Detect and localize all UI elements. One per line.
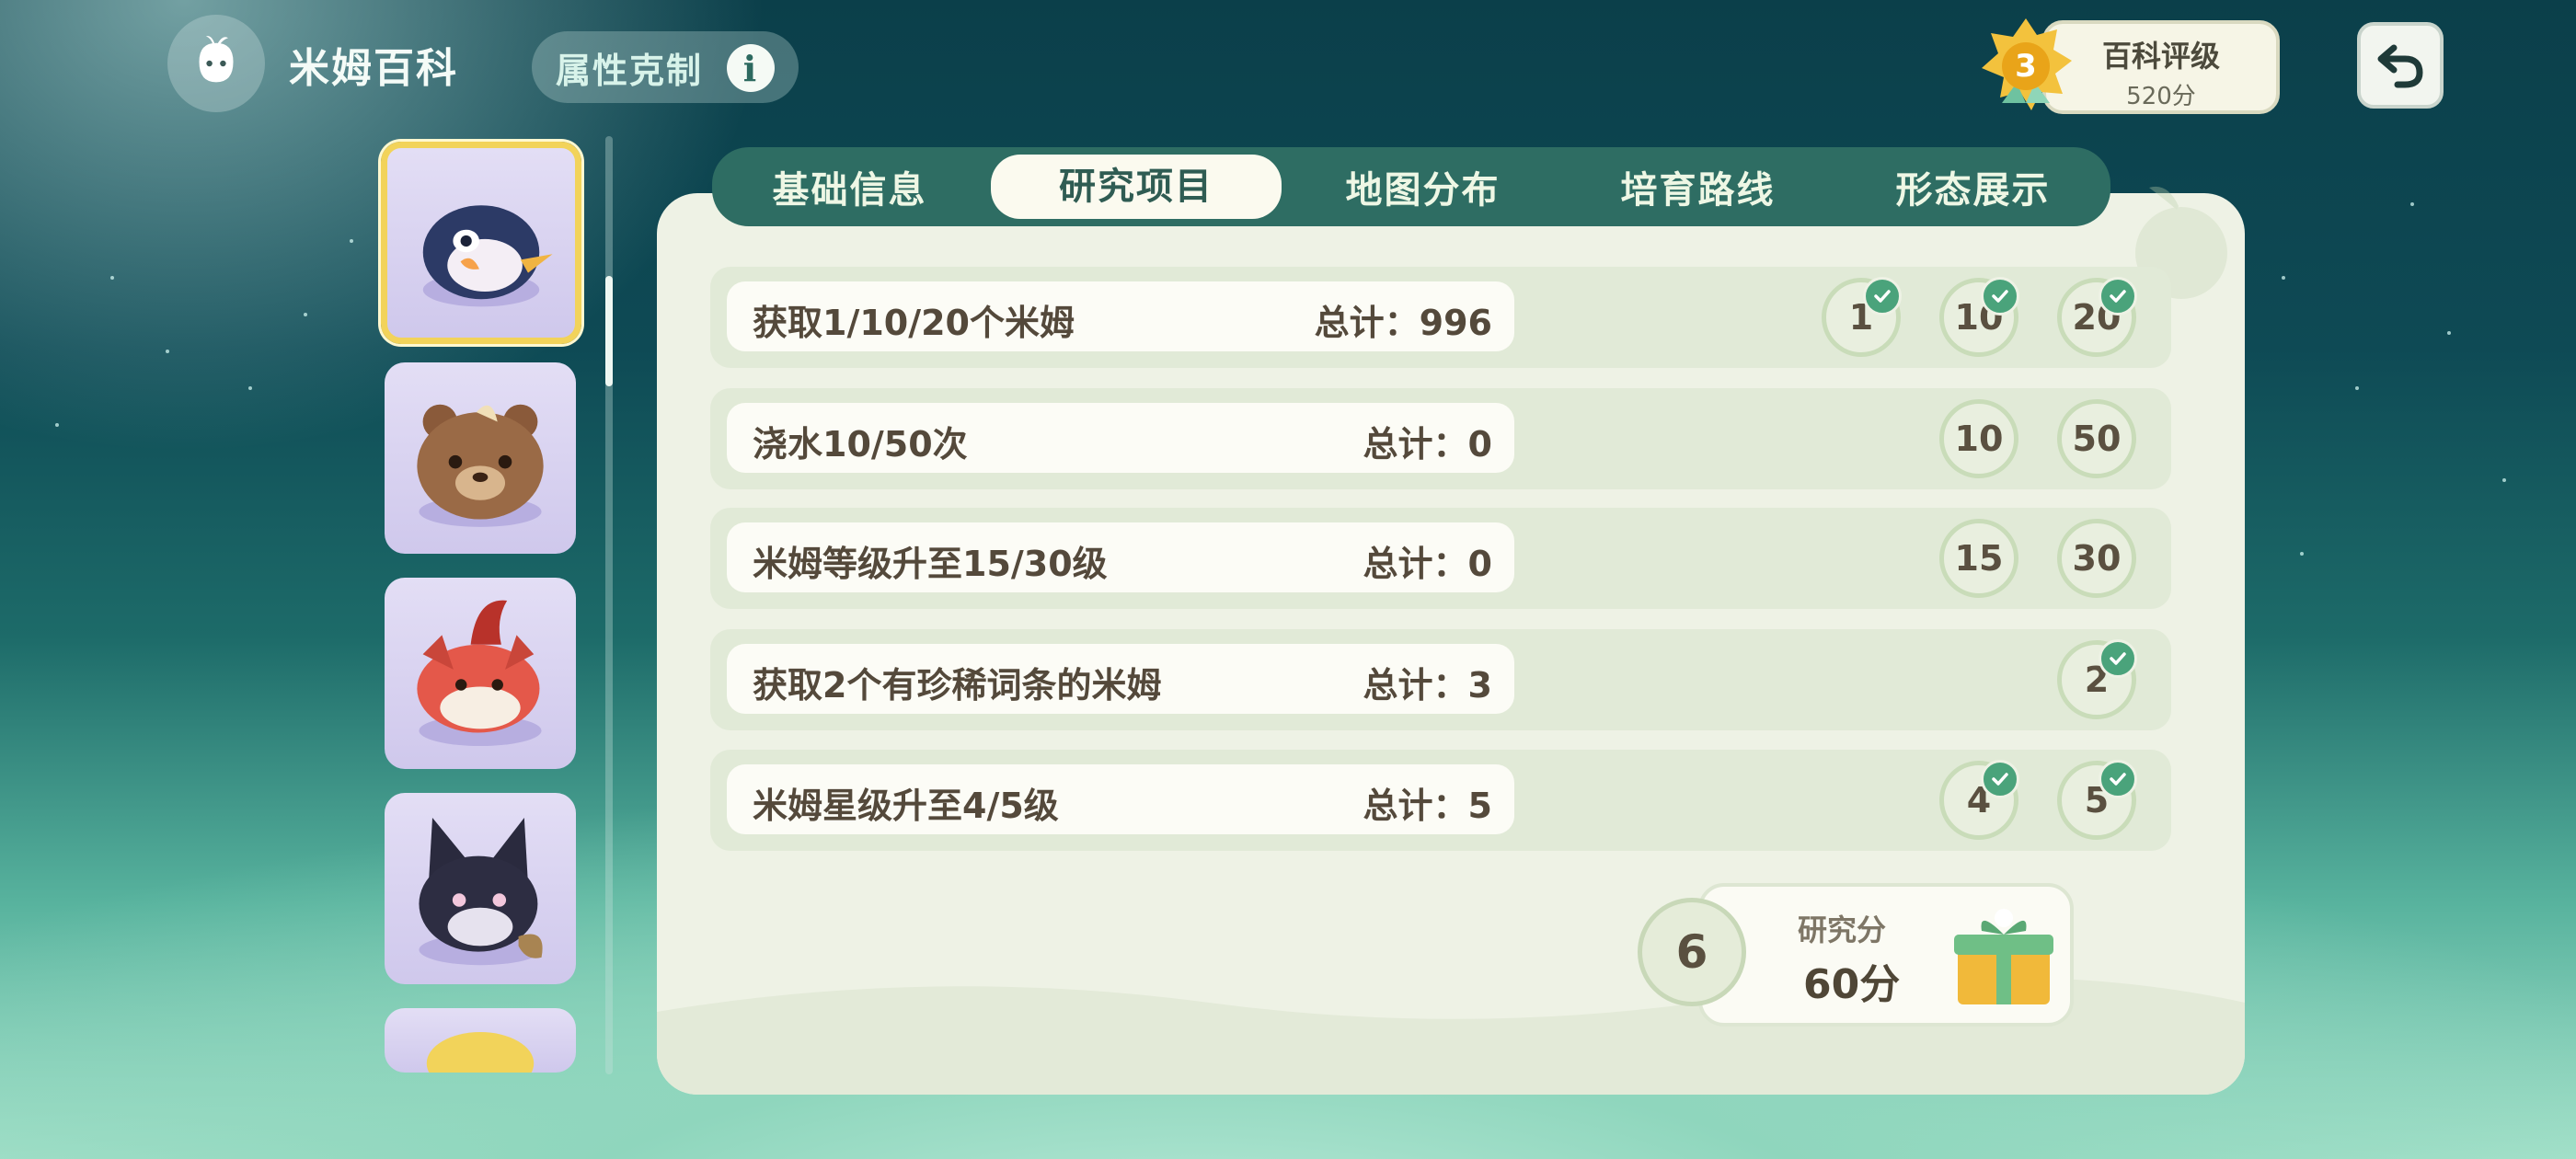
- research-row: 获取2个有珍稀词条的米姆 总计：3 2: [710, 629, 2171, 730]
- research-total: 总计：0: [1363, 424, 1492, 465]
- research-label-box: 浇水10/50次 总计：0: [727, 403, 1514, 473]
- tab-research[interactable]: 研究项目: [991, 155, 1282, 219]
- fox-mim-icon: [417, 600, 542, 747]
- checkmark-icon: [2099, 277, 2137, 316]
- type-effectiveness-button[interactable]: 属性克制 i: [532, 31, 799, 103]
- mim-card-partial[interactable]: [385, 1008, 576, 1073]
- yellow-mim-icon: [426, 1032, 535, 1073]
- info-icon[interactable]: i: [727, 44, 775, 92]
- back-button[interactable]: [2357, 22, 2444, 109]
- sidebar-scroll-thumb[interactable]: [605, 276, 613, 386]
- research-label-box: 米姆等级升至15/30级 总计：0: [727, 522, 1514, 592]
- tab-basic-info[interactable]: 基础信息: [712, 160, 987, 213]
- app-title: 米姆百科: [289, 45, 458, 92]
- research-count: 6: [1638, 898, 1746, 1006]
- milestone-badge[interactable]: 30: [2057, 519, 2136, 598]
- research-row: 米姆等级升至15/30级 总计：0 15 30: [710, 508, 2171, 609]
- milestone-badge[interactable]: 5: [2057, 760, 2137, 840]
- research-row: 获取1/10/20个米姆 总计：996 1 10 20: [710, 267, 2171, 368]
- tab-bar: 基础信息 研究项目 地图分布 培育路线 形态展示: [712, 147, 2110, 226]
- reward-label: 研究分: [1798, 912, 1887, 947]
- research-row: 浇水10/50次 总计：0 10 50: [710, 388, 2171, 489]
- reward-value: 60分: [1803, 961, 1901, 1008]
- mim-head-icon: [199, 36, 234, 83]
- research-total: 总计：996: [1314, 303, 1492, 343]
- tab-map[interactable]: 地图分布: [1285, 160, 1560, 213]
- rating-score: 520分: [2126, 83, 2196, 110]
- research-title: 获取1/10/20个米姆: [753, 303, 1075, 343]
- encyclopedia-rating[interactable]: 百科评级 520分: [2042, 20, 2280, 114]
- mim-card-wolf[interactable]: [385, 793, 576, 984]
- milestone-badge[interactable]: 50: [2057, 399, 2136, 478]
- research-label-box: 米姆星级升至4/5级 总计：5: [727, 764, 1514, 834]
- checkmark-icon: [1981, 760, 2019, 798]
- research-label-box: 获取2个有珍稀词条的米姆 总计：3: [727, 644, 1514, 714]
- penguin-mim-icon: [422, 205, 553, 307]
- tab-breeding[interactable]: 培育路线: [1560, 160, 1835, 213]
- mim-card-penguin[interactable]: [381, 142, 581, 344]
- milestone-badge[interactable]: 1: [1822, 277, 1902, 357]
- milestone-value: 50: [2072, 419, 2122, 459]
- tab-forms[interactable]: 形态展示: [1835, 160, 2110, 213]
- research-reward[interactable]: 研究分 60分: [1698, 883, 2074, 1027]
- checkmark-icon: [1981, 277, 2019, 316]
- rating-title: 百科评级: [2101, 39, 2220, 74]
- milestone-badge[interactable]: 15: [1939, 519, 2018, 598]
- research-total: 总计：0: [1363, 544, 1492, 584]
- milestone-value: 10: [1954, 419, 2004, 459]
- checkmark-icon: [1863, 277, 1902, 316]
- bear-mim-icon: [417, 404, 544, 527]
- research-total: 总计：3: [1363, 665, 1492, 706]
- milestone-badge[interactable]: 10: [1939, 277, 2019, 357]
- back-arrow-icon: [2377, 44, 2423, 88]
- research-title: 获取2个有珍稀词条的米姆: [753, 665, 1162, 706]
- mim-card-fox[interactable]: [385, 578, 576, 769]
- research-total: 总计：5: [1363, 786, 1492, 826]
- milestone-value: 30: [2072, 538, 2122, 579]
- milestone-badge[interactable]: 4: [1939, 760, 2019, 840]
- research-title: 米姆星级升至4/5级: [753, 786, 1059, 826]
- checkmark-icon: [2099, 639, 2137, 678]
- research-row: 米姆星级升至4/5级 总计：5 4 5: [710, 750, 2171, 851]
- milestone-badge[interactable]: 20: [2057, 277, 2137, 357]
- research-label-box: 获取1/10/20个米姆 总计：996: [727, 281, 1514, 351]
- gift-box-icon: [1954, 909, 2053, 1004]
- wolf-mim-icon: [419, 818, 543, 966]
- milestone-value: 15: [1954, 538, 2004, 579]
- research-title: 浇水10/50次: [753, 424, 968, 465]
- app-logo: [167, 15, 265, 112]
- mim-card-bear[interactable]: [385, 362, 576, 554]
- checkmark-icon: [2099, 760, 2137, 798]
- rating-level: 3: [2002, 42, 2050, 90]
- type-effectiveness-label: 属性克制: [556, 50, 704, 91]
- research-title: 米姆等级升至15/30级: [753, 544, 1108, 584]
- milestone-badge[interactable]: 2: [2057, 639, 2137, 719]
- milestone-badge[interactable]: 10: [1939, 399, 2018, 478]
